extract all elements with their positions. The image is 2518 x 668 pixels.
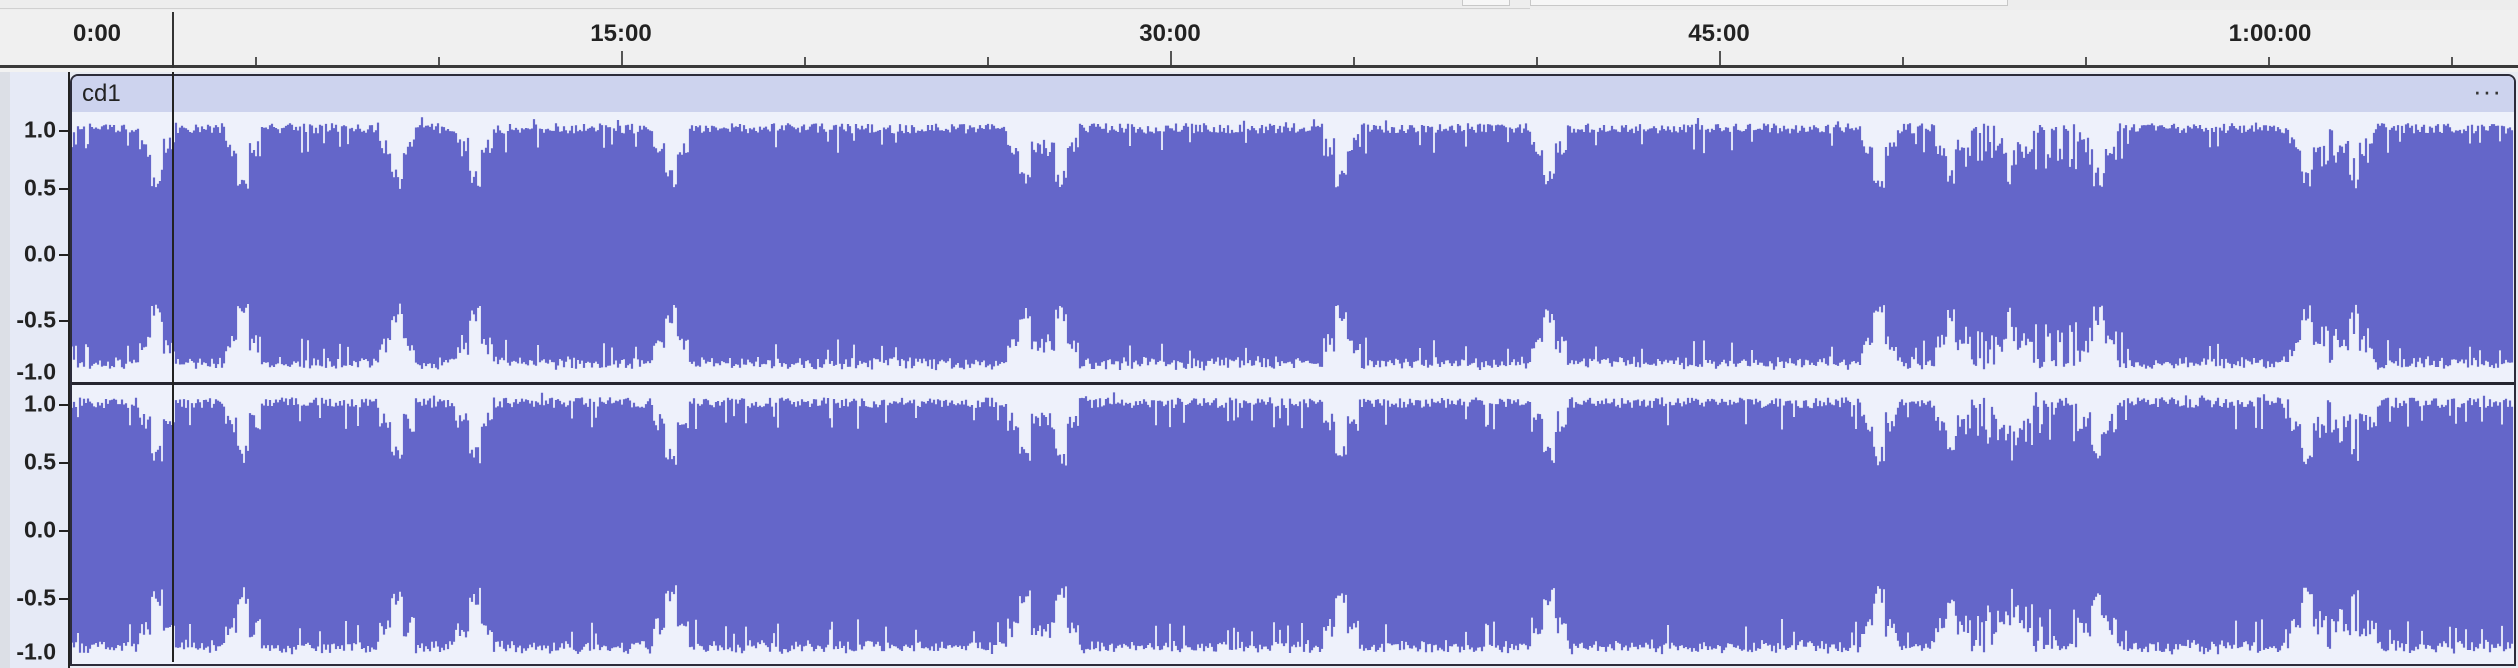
ruler-label-start: 0:00 (72, 20, 122, 47)
ruler-start-marker (172, 12, 174, 68)
amp-tick (59, 404, 68, 406)
toolbar-edge-control (1462, 0, 1510, 6)
amp-label-ch2-top: 1.0 (24, 390, 56, 417)
ruler-tick (2085, 57, 2087, 65)
ruler-tick (255, 57, 257, 65)
amp-tick (59, 254, 68, 256)
amplitude-ruler[interactable]: 1.0 0.5 0.0 -0.5 -1.0 1.0 0.5 0.0 -0.5 -… (10, 72, 70, 668)
waveform-channel-1[interactable] (72, 112, 2514, 382)
ruler-tick (1902, 57, 1904, 65)
amp-tick (59, 188, 68, 190)
waveform-channel-2[interactable] (72, 386, 2514, 664)
waveform-path (72, 392, 2514, 655)
clip-name: cd1 (82, 80, 121, 107)
waveform-path (72, 117, 2514, 371)
amp-label-ch1-bottom: -1.0 (16, 358, 56, 385)
amp-label-ch2-neg-half: -0.5 (16, 584, 56, 611)
ruler-label-60-min: 1:00:00 (2228, 20, 2312, 47)
amp-tick (59, 462, 68, 464)
clip-menu-button[interactable]: ··· (2473, 76, 2502, 107)
amp-label-ch1-half: 0.5 (24, 174, 56, 201)
ruler-label-30-min: 30:00 (1139, 20, 1201, 47)
clip-title-bar[interactable]: cd1 ··· (72, 76, 2514, 112)
ruler-tick (987, 57, 989, 65)
amp-label-ch2-half: 0.5 (24, 448, 56, 475)
amp-label-ch1-zero: 0.0 (24, 240, 56, 267)
ruler-tick (438, 57, 440, 65)
audio-editor: 0:00 15:00 30:00 45:00 1:00:00 1.0 0.5 0… (0, 0, 2518, 668)
toolbar-edge-strip (0, 0, 2518, 10)
playhead-cursor[interactable] (172, 72, 174, 662)
ruler-tick (804, 57, 806, 65)
amp-tick (59, 130, 68, 132)
amp-label-ch1-top: 1.0 (24, 116, 56, 143)
ruler-label-15-min: 15:00 (590, 20, 652, 47)
waveform-left-channel (72, 117, 2514, 371)
ruler-tick (2268, 57, 2270, 65)
timeline-ruler[interactable]: 0:00 15:00 30:00 45:00 1:00:00 (0, 0, 2518, 68)
audio-track: 1.0 0.5 0.0 -0.5 -1.0 1.0 0.5 0.0 -0.5 -… (0, 72, 2518, 668)
audio-clip[interactable]: cd1 ··· (70, 74, 2516, 666)
amp-label-ch1-neg-half: -0.5 (16, 306, 56, 333)
toolbar-edge-field (1530, 0, 2008, 6)
amp-label-ch2-zero: 0.0 (24, 516, 56, 543)
toolbar-edge-line (0, 8, 1530, 9)
amp-tick (59, 320, 68, 322)
amp-tick (59, 530, 68, 532)
ruler-tick (2451, 57, 2453, 65)
amp-label-ch2-bottom: -1.0 (16, 638, 56, 665)
ruler-tick (1170, 51, 1172, 65)
ruler-tick (1719, 51, 1721, 65)
channel-divider[interactable] (72, 382, 2514, 385)
ruler-label-45-min: 45:00 (1688, 20, 1750, 47)
ruler-tick (1536, 57, 1538, 65)
amp-tick (59, 598, 68, 600)
ruler-tick (1353, 57, 1355, 65)
waveform-right-channel (72, 392, 2514, 655)
ruler-tick (621, 51, 623, 65)
